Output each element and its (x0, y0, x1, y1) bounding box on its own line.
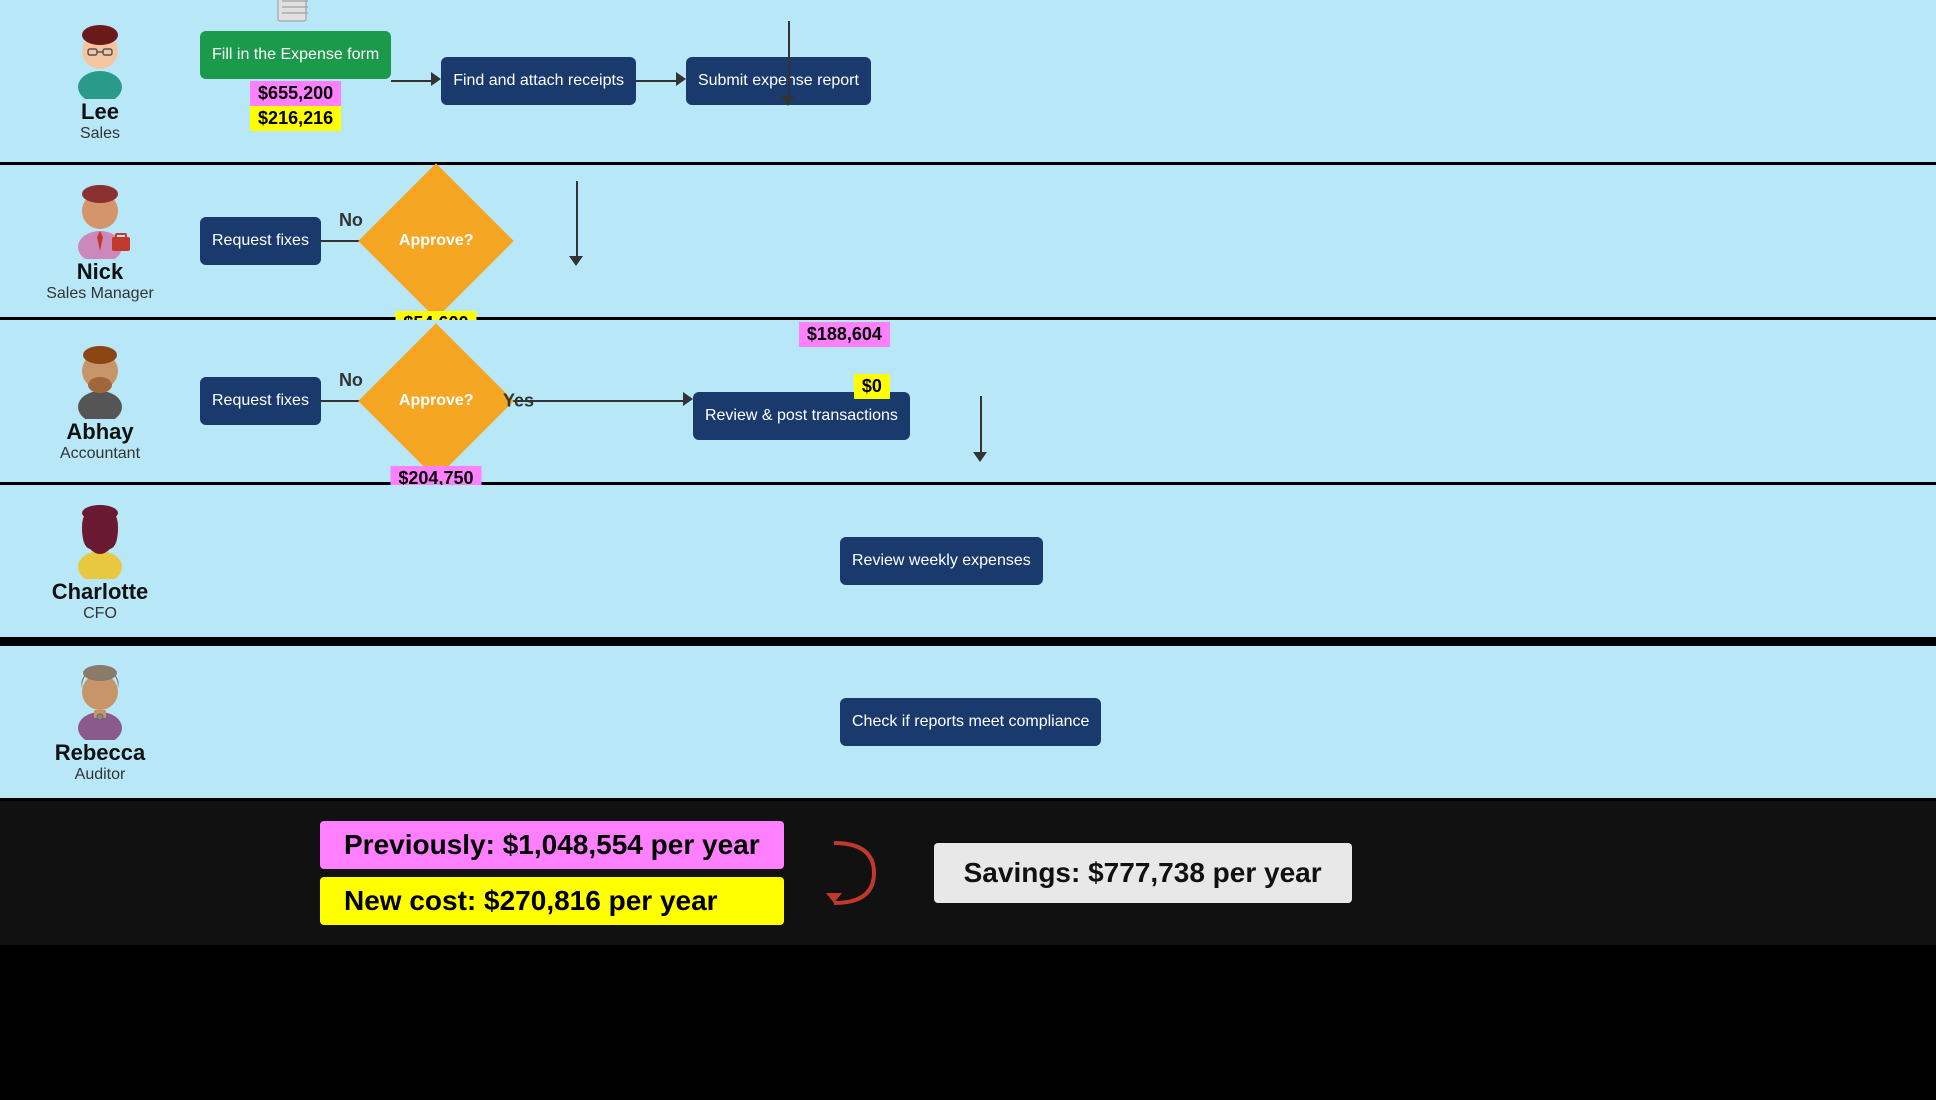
diamond-abhay: Approve? $204,750 $0 Yes (381, 346, 491, 456)
persona-lee: Lee Sales (20, 19, 180, 143)
v-line-lee-to-nick (788, 21, 790, 101)
review-weekly-box: Review weekly expenses (840, 537, 1043, 586)
summary-costs: Previously: $1,048,554 per year New cost… (320, 821, 784, 925)
persona-rebecca: Rebecca Auditor (20, 660, 180, 784)
lane-rebecca: Rebecca Auditor Check if reports meet co… (0, 646, 1936, 801)
arrow-down-to-nick (781, 96, 795, 106)
arrow-down-to-charlotte (973, 452, 987, 462)
persona-nick: Nick Sales Manager (20, 179, 180, 303)
arrow-fill-to-receipts (391, 72, 441, 91)
request-fixes-abhay-box: Request fixes (200, 377, 321, 426)
doc-icon (276, 0, 316, 36)
avatar-charlotte (60, 499, 140, 579)
review-post-box: Review & post transactions (693, 392, 910, 441)
find-receipts-box: Find and attach receipts (441, 57, 636, 106)
no-label-abhay: No (339, 370, 363, 391)
summary-bar: Previously: $1,048,554 per year New cost… (0, 801, 1936, 945)
request-fixes-nick-box: Request fixes (200, 217, 321, 266)
savings-arrow (824, 833, 884, 913)
avatar-lee (60, 19, 140, 99)
arrow-down-nick-abhay (569, 256, 583, 266)
new-cost-label: New cost: $270,816 per year (320, 877, 784, 925)
persona-charlotte: Charlotte CFO (20, 499, 180, 623)
v-line-abhay-charlotte (980, 396, 982, 456)
lane-abhay: Abhay Accountant Request fixes No (0, 320, 1936, 485)
diamond-nick: Approve? $54,600 (381, 186, 491, 296)
lane-charlotte: Charlotte CFO Review weekly expenses (0, 485, 1936, 640)
fill-expense-cost-yellow: $216,216 (250, 106, 341, 131)
fill-expense-cost-pink: $655,200 (250, 81, 341, 106)
review-post-cost-pink: $188,604 (799, 322, 890, 347)
arrow-receipts-to-submit (636, 72, 686, 91)
lane-nick: Nick Sales Manager Request fixes No (0, 165, 1936, 320)
persona-abhay: Abhay Accountant (20, 339, 180, 463)
yes-label-abhay: Yes (503, 391, 534, 412)
previously-label: Previously: $1,048,554 per year (320, 821, 784, 869)
fill-expense-box: Fill in the Expense form (200, 31, 391, 80)
avatar-rebecca (60, 660, 140, 740)
savings-label: Savings: $777,738 per year (934, 843, 1352, 903)
submit-report-box: Submit expense report (686, 57, 871, 106)
review-post-cost-yellow: $0 (854, 374, 890, 399)
no-label-nick: No (339, 210, 363, 231)
avatar-nick (60, 179, 140, 259)
lane-lee: Lee Sales Fill in the Expense (0, 0, 1936, 165)
v-line-nick-to-abhay (576, 181, 578, 261)
check-compliance-box: Check if reports meet compliance (840, 698, 1101, 747)
avatar-abhay (60, 339, 140, 419)
